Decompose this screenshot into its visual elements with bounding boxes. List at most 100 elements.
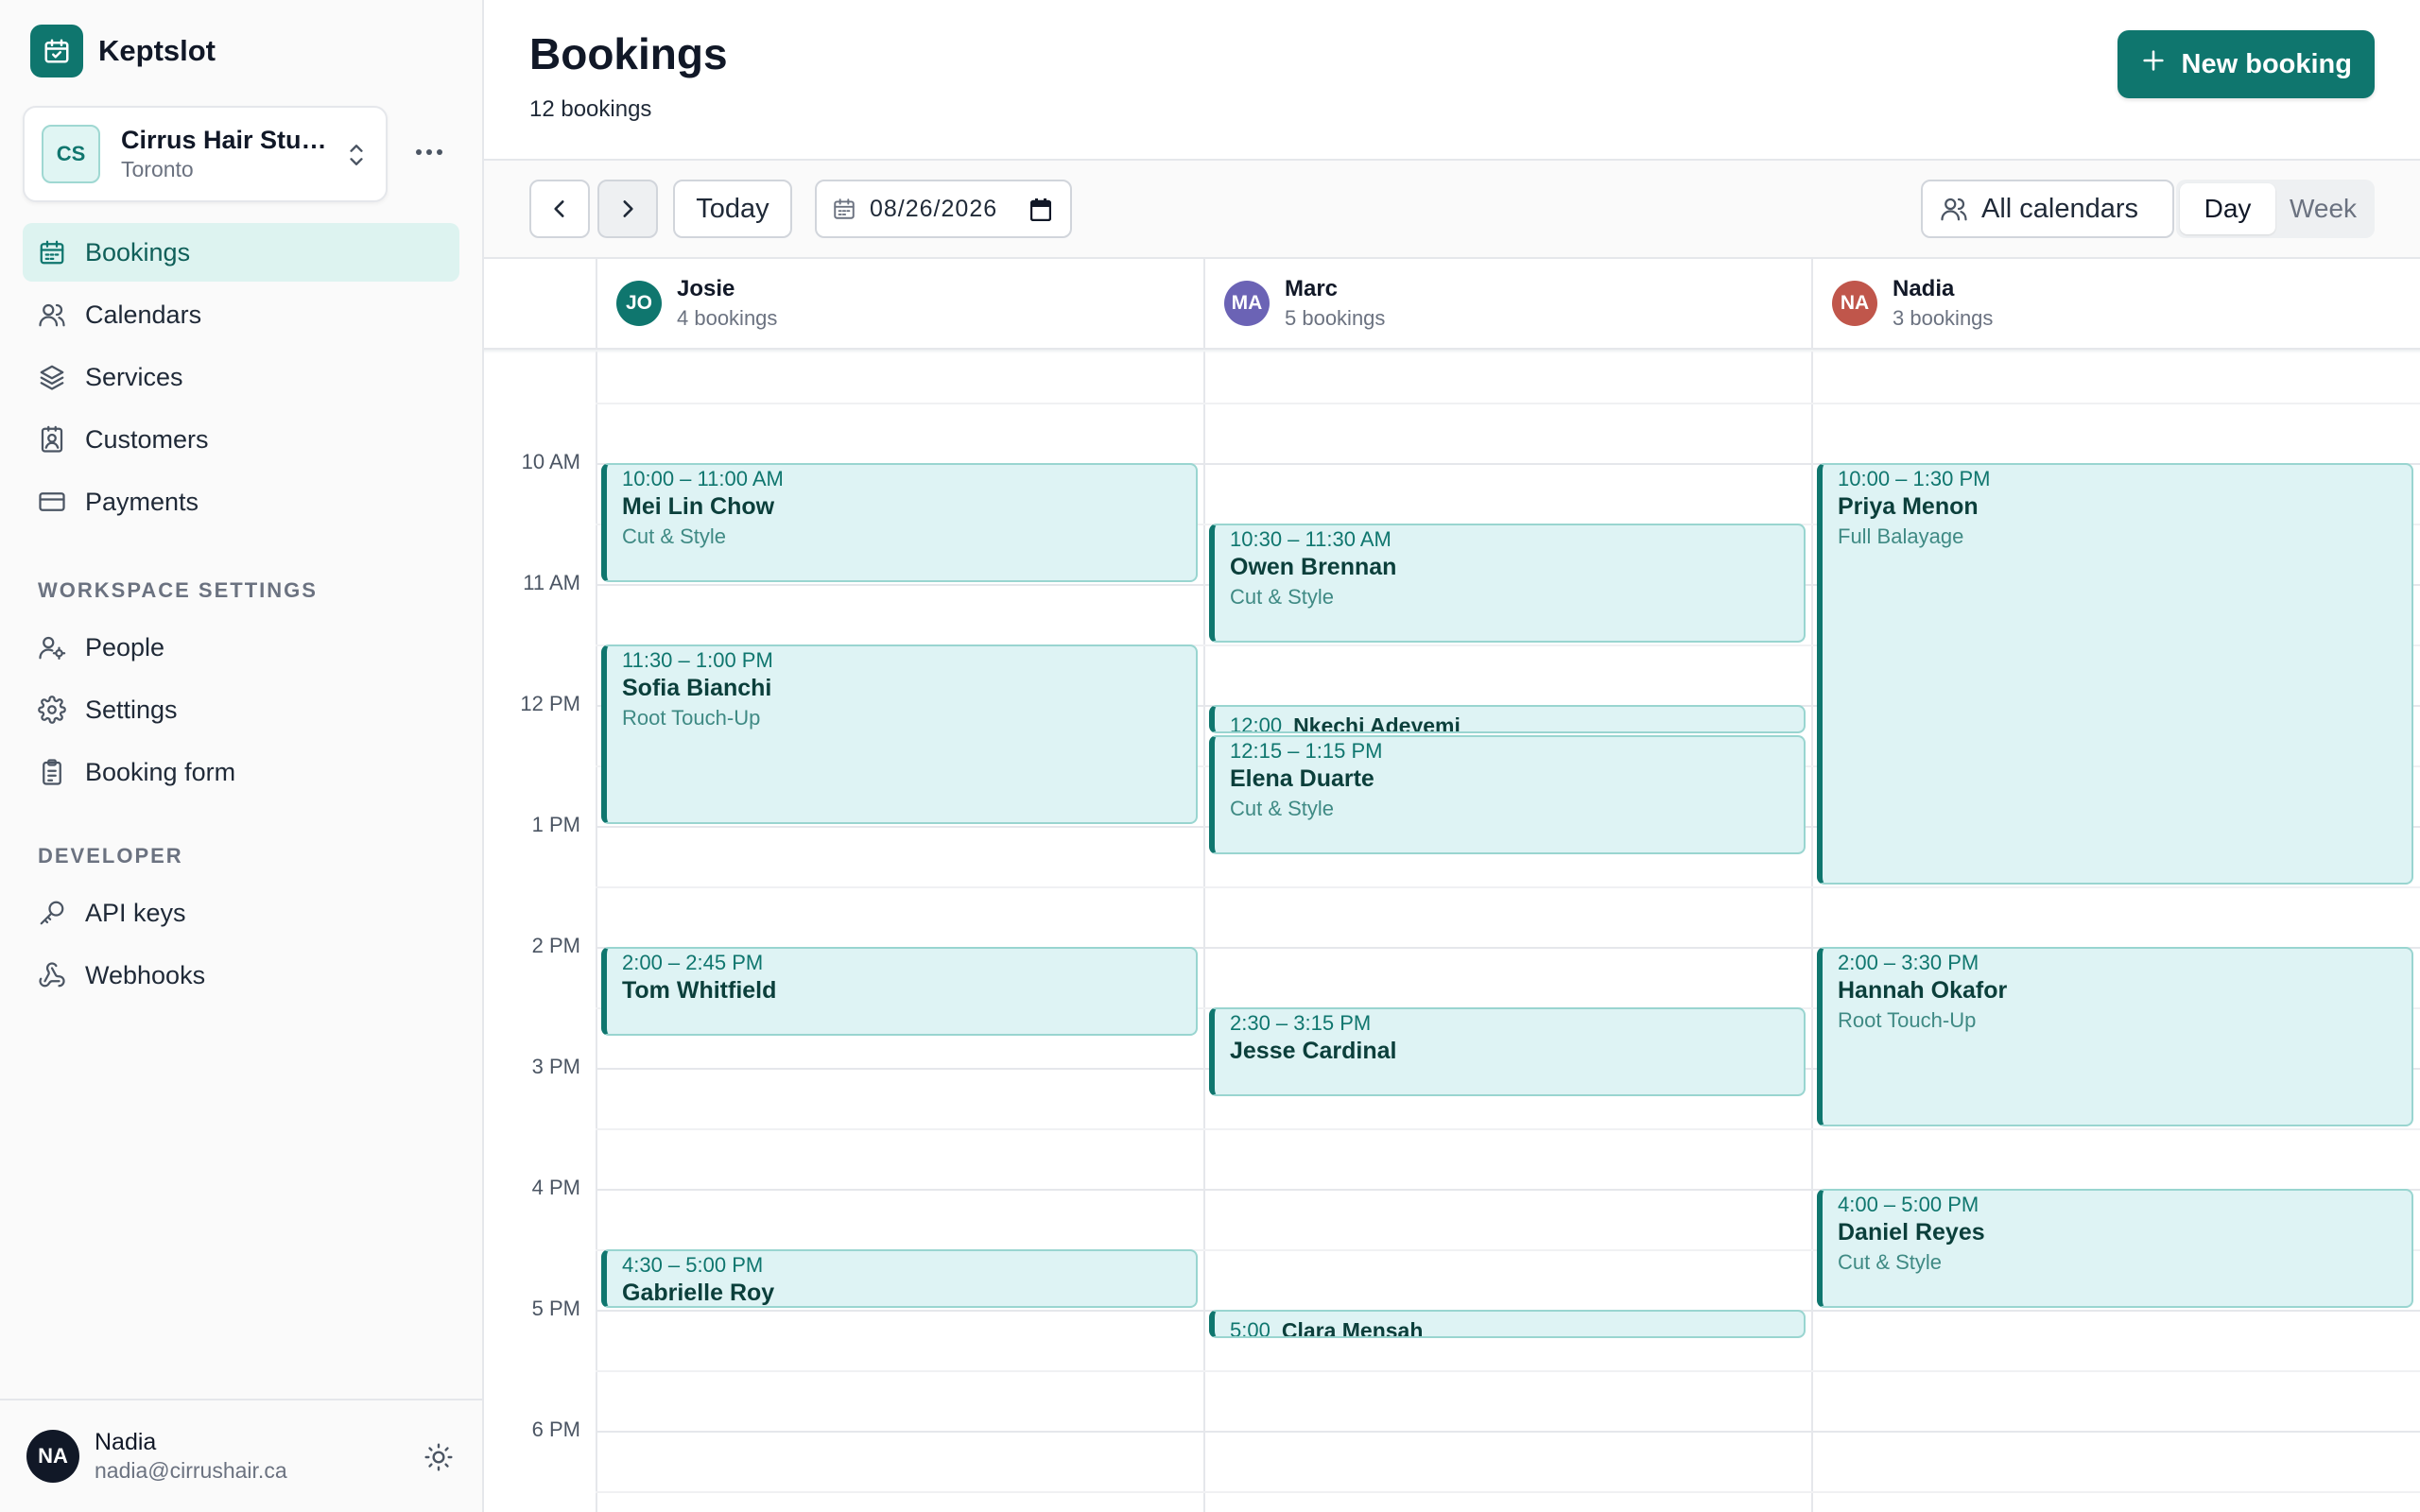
booking-event[interactable]: 4:00 – 5:00 PM Daniel Reyes Cut & Style [1817, 1189, 2413, 1308]
booking-event[interactable]: 10:30 – 11:30 AM Owen Brennan Cut & Style [1209, 524, 1806, 643]
booking-event[interactable]: 2:00 – 3:30 PM Hannah Okafor Root Touch-Up [1817, 947, 2413, 1126]
half-hour-line [596, 1370, 2420, 1372]
bookings-count: 12 bookings [529, 96, 652, 122]
booking-event[interactable]: 5:00 Clara Mensah [1209, 1310, 1806, 1338]
half-hour-line [596, 886, 2420, 888]
booking-time: 2:30 – 3:15 PM [1230, 1011, 1372, 1035]
all-calendars-filter[interactable]: All calendars [1921, 180, 2174, 238]
calendar-column-header[interactable]: JO Josie 4 bookings [596, 259, 1203, 350]
booking-event[interactable]: 12:15 – 1:15 PM Elena Duarte Cut & Style [1209, 735, 1806, 854]
page-title: Bookings [529, 29, 728, 78]
half-hour-line [596, 1491, 2420, 1493]
booking-event[interactable]: 2:00 – 2:45 PM Tom Whitfield [601, 947, 1198, 1036]
booking-event[interactable]: 12:00 Nkechi Adeyemi [1209, 705, 1806, 733]
sun-icon[interactable] [424, 1442, 454, 1477]
section-title-workspace: WORKSPACE SETTINGS [38, 578, 318, 602]
sidebar-item-services[interactable]: Services [23, 348, 459, 406]
user-name: Nadia [95, 1429, 157, 1455]
hour-label: 2 PM [531, 934, 580, 957]
half-hour-line [596, 1128, 2420, 1130]
avatar: MA [1224, 281, 1270, 326]
previous-day-button[interactable] [529, 180, 590, 238]
booking-time: 2:00 – 3:30 PM [1838, 951, 1979, 974]
booking-service: Cut & Style [622, 524, 727, 548]
calendar-column-header[interactable]: MA Marc 5 bookings [1203, 259, 1811, 350]
main-nav: Bookings Calendars Services Customers Pa… [23, 223, 459, 535]
hour-label: 4 PM [531, 1176, 580, 1199]
booking-customer: Clara Mensah [1281, 1318, 1424, 1338]
app-logo-icon [30, 25, 83, 77]
hour-label: 3 PM [531, 1055, 580, 1078]
booking-customer: Jesse Cardinal [1230, 1038, 1397, 1064]
sidebar-item-people[interactable]: People [23, 618, 459, 677]
more-options-icon[interactable] [408, 138, 450, 166]
calendar-booking-count: 5 bookings [1285, 306, 1386, 330]
hour-label: 1 PM [531, 813, 580, 836]
sidebar-item-settings[interactable]: Settings [23, 680, 459, 739]
sidebar-item-api-keys[interactable]: API keys [23, 884, 459, 942]
workspace-switcher[interactable]: CS Cirrus Hair Studio Toronto [23, 106, 388, 202]
booking-event[interactable]: 2:30 – 3:15 PM Jesse Cardinal [1209, 1007, 1806, 1096]
workspace-name: Cirrus Hair Studio [121, 126, 338, 154]
calendar-icon [40, 240, 64, 265]
all-calendars-label: All calendars [1981, 193, 2139, 224]
booking-event[interactable]: 10:00 – 1:30 PM Priya Menon Full Balayage [1817, 463, 2413, 885]
sidebar-item-calendars[interactable]: Calendars [23, 285, 459, 344]
booking-customer: Elena Duarte [1230, 765, 1374, 792]
hour-label: 5 PM [531, 1297, 580, 1320]
hour-line [596, 1431, 2420, 1433]
sidebar-item-booking-form[interactable]: Booking form [23, 743, 459, 801]
column-divider [1203, 352, 1205, 1512]
sidebar-item-webhooks[interactable]: Webhooks [23, 946, 459, 1005]
booking-customer: Sofia Bianchi [622, 675, 772, 701]
booking-time: 10:00 – 11:00 AM [622, 467, 784, 490]
booking-event[interactable]: 11:30 – 1:00 PM Sofia Bianchi Root Touch-U… [601, 644, 1198, 824]
booking-event[interactable]: 4:30 – 5:00 PM Gabrielle Roy [601, 1249, 1198, 1308]
half-hour-line [596, 403, 2420, 404]
calendar-grid[interactable]: 9 AM10 AM11 AM12 PM1 PM2 PM3 PM4 PM5 PM6… [484, 352, 2420, 1512]
sidebar-item-payments[interactable]: Payments [23, 472, 459, 531]
brand[interactable]: Keptslot [30, 25, 216, 77]
booking-time: 12:15 – 1:15 PM [1230, 739, 1383, 763]
calendar-icon [834, 198, 855, 219]
avatar: JO [616, 281, 662, 326]
calendar-name: Marc [1285, 276, 1339, 301]
plus-icon [2140, 47, 2167, 81]
view-switcher: Day Week [2176, 180, 2375, 238]
gear-icon [38, 696, 66, 724]
booking-customer: Daniel Reyes [1838, 1219, 1985, 1246]
main-content: Bookings 12 bookings New booking Today 0… [484, 0, 2420, 1512]
booking-time: 5:00 [1230, 1318, 1270, 1338]
booking-customer: Mei Lin Chow [622, 493, 775, 520]
credit-card-icon [39, 492, 65, 511]
new-booking-button[interactable]: New booking [2117, 30, 2375, 98]
sidebar-item-bookings[interactable]: Bookings [23, 223, 459, 282]
sidebar-item-label: API keys [85, 898, 186, 927]
calendar-picker-icon[interactable] [1029, 198, 1052, 228]
view-day-button[interactable]: Day [2180, 183, 2275, 234]
booking-customer: Nkechi Adeyemi [1293, 713, 1461, 733]
booking-service: Cut & Style [1230, 797, 1335, 820]
date-picker-input[interactable]: 08/26/2026 [815, 180, 1072, 238]
booking-service: Full Balayage [1838, 524, 1964, 548]
sidebar-item-label: People [85, 632, 165, 662]
booking-customer: Tom Whitfield [622, 977, 777, 1004]
chevron-left-icon [554, 200, 564, 217]
view-week-button[interactable]: Week [2275, 183, 2371, 234]
today-button[interactable]: Today [673, 180, 792, 238]
booking-event[interactable]: 10:00 – 11:00 AM Mei Lin Chow Cut & Style [601, 463, 1198, 582]
sidebar-item-label: Booking form [85, 757, 236, 786]
sidebar-item-label: Customers [85, 424, 209, 454]
user-cog-icon [39, 636, 66, 660]
booking-time: 2:00 – 2:45 PM [622, 951, 764, 974]
booking-service: Cut & Style [1230, 585, 1335, 609]
calendar-column-header[interactable]: NA Nadia 3 bookings [1811, 259, 2420, 350]
next-day-button[interactable] [597, 180, 658, 238]
booking-time: 10:30 – 11:30 AM [1230, 527, 1392, 551]
workspace-avatar: CS [42, 125, 100, 183]
chevron-right-icon [623, 200, 633, 217]
date-value: 08/26/2026 [870, 195, 998, 222]
user-menu[interactable]: NA Nadia nadia@cirrushair.ca [0, 1399, 482, 1512]
sidebar-item-customers[interactable]: Customers [23, 410, 459, 469]
calendar-booking-count: 3 bookings [1893, 306, 1994, 330]
